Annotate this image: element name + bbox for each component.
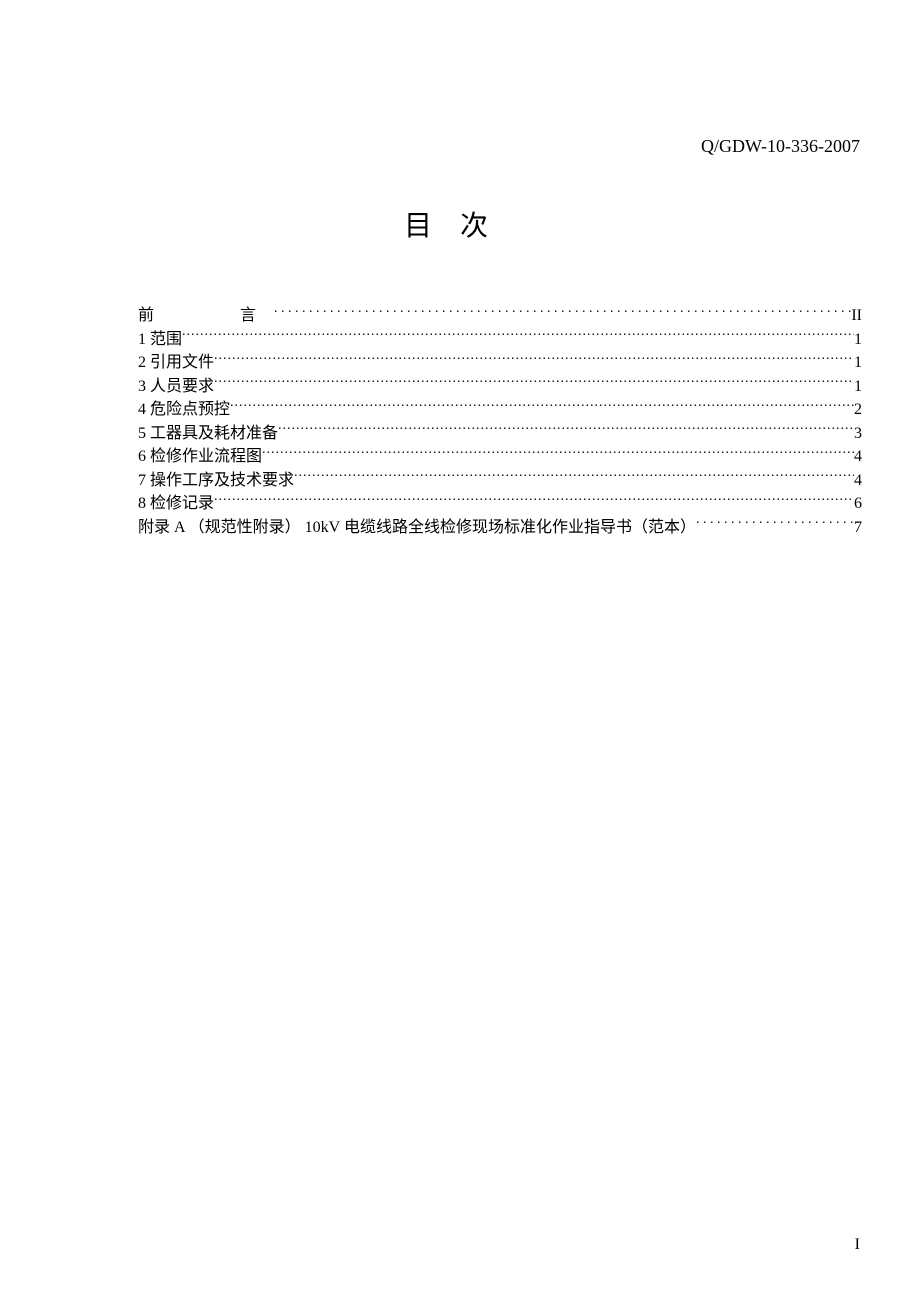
toc-entry: 8 检修记录 6 [138,492,862,516]
toc-leader-dots [274,304,851,320]
toc-leader-dots [696,516,854,532]
toc-entry-page: 7 [854,516,862,540]
toc-entry: 前 言 II [138,304,862,328]
toc-entry-page: II [851,304,862,328]
toc-entry-page: 2 [854,398,862,422]
toc-entry-label: 附录 A （规范性附录） 10kV 电缆线路全线检修现场标准化作业指导书（范本） [138,516,696,540]
toc-entry-label: 7 操作工序及技术要求 [138,469,294,493]
toc-entry-label: 1 范围 [138,328,182,352]
toc-entry: 4 危险点预控 2 [138,398,862,422]
page-number: I [855,1236,860,1254]
toc-entry-page: 1 [854,375,862,399]
toc-entry-page: 1 [854,351,862,375]
toc-entry-label: 8 检修记录 [138,492,214,516]
toc-leader-dots [214,351,854,367]
toc-entry-label: 2 引用文件 [138,351,214,375]
toc-leader-dots [262,445,854,461]
toc-leader-dots [278,422,854,438]
toc-entry-label: 5 工器具及耗材准备 [138,422,278,446]
toc-entry: 附录 A （规范性附录） 10kV 电缆线路全线检修现场标准化作业指导书（范本）… [138,516,862,540]
toc-leader-dots [182,328,854,344]
toc-entry: 2 引用文件 1 [138,351,862,375]
toc-leader-dots [294,469,854,485]
toc-entry-label: 6 检修作业流程图 [138,445,262,469]
toc-title: 目次 [0,204,920,244]
toc-entry: 5 工器具及耗材准备 3 [138,422,862,446]
toc-entry-page: 4 [854,445,862,469]
toc-leader-dots [214,492,854,508]
toc-entry: 3 人员要求 1 [138,375,862,399]
toc-entry-page: 3 [854,422,862,446]
toc-entry-label: 3 人员要求 [138,375,214,399]
toc-entry: 7 操作工序及技术要求 4 [138,469,862,493]
toc-entry-page: 4 [854,469,862,493]
toc-leader-dots [214,375,854,391]
toc-entry-label: 前 言 [138,304,274,328]
toc-entry-page: 6 [854,492,862,516]
table-of-contents: 前 言II1 范围12 引用文件13 人员要求14 危险点预控25 工器具及耗材… [138,304,862,539]
toc-entry: 1 范围 1 [138,328,862,352]
toc-entry-page: 1 [854,328,862,352]
toc-leader-dots [230,398,854,414]
toc-entry-label: 4 危险点预控 [138,398,230,422]
toc-entry: 6 检修作业流程图 4 [138,445,862,469]
document-code: Q/GDW-10-336-2007 [701,136,860,157]
